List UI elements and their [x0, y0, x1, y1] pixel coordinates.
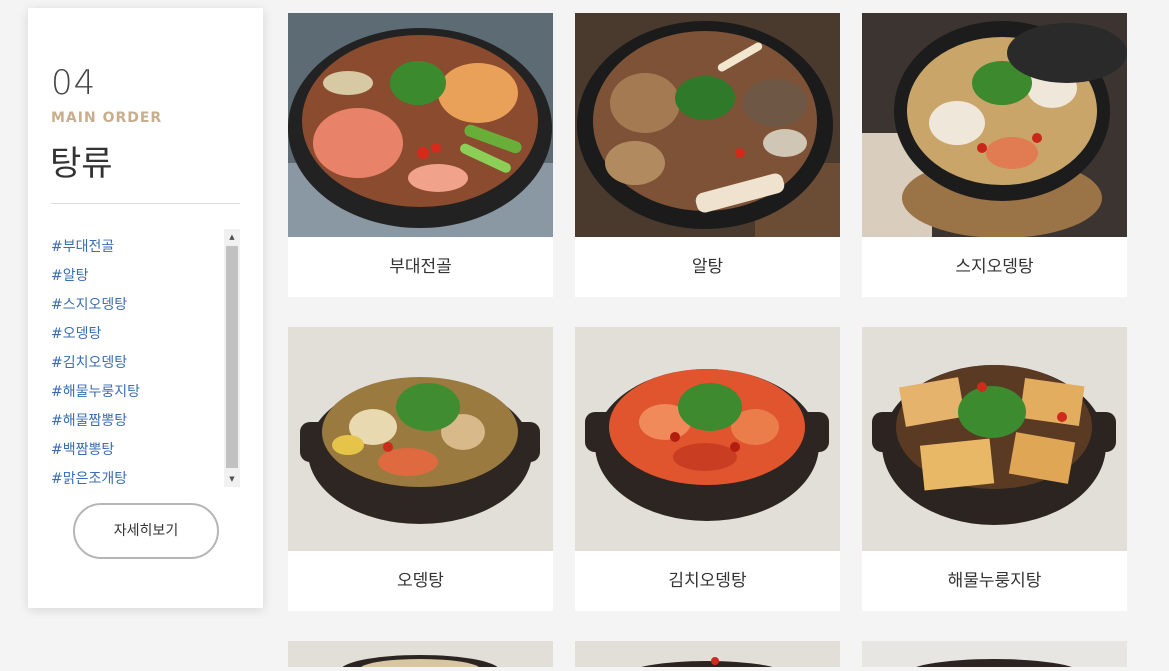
- tag-link[interactable]: #해물누룽지탕: [51, 378, 240, 407]
- food-photo-partial: [288, 641, 553, 671]
- suji-odeng-tang-photo[interactable]: [862, 13, 1127, 237]
- menu-item-name: 오뎅탕: [397, 571, 444, 591]
- menu-item-name: 알탕: [691, 257, 724, 277]
- tag-link[interactable]: #해물짬뽕탕: [51, 407, 240, 436]
- tag-link[interactable]: #오뎅탕: [51, 320, 240, 349]
- altang-photo[interactable]: [575, 13, 840, 237]
- tag-list-scrollbar[interactable]: ▲ ▼: [224, 229, 240, 487]
- menu-card[interactable]: 알탕: [575, 13, 840, 297]
- kimchi-odeng-tang-photo[interactable]: [575, 327, 840, 551]
- food-photo-partial: [575, 641, 840, 671]
- menu-card-partial[interactable]: [575, 641, 840, 671]
- category-sidebar: 04 MAIN ORDER 탕류 #부대전골 #알탕 #스지오뎅탕 #오뎅탕 #…: [28, 8, 263, 608]
- menu-item-name: 부대전골: [389, 257, 452, 277]
- scroll-thumb[interactable]: [226, 246, 238, 468]
- menu-item-name: 해물누룽지탕: [947, 571, 1042, 591]
- menu-card[interactable]: 김치오뎅탕: [575, 327, 840, 611]
- menu-card-partial[interactable]: [862, 641, 1127, 671]
- category-title: 탕류: [50, 144, 113, 184]
- tag-link[interactable]: #김치오뎅탕: [51, 349, 240, 378]
- haemul-nurungji-tang-photo[interactable]: [862, 327, 1127, 551]
- tag-link[interactable]: #백짬뽕탕: [51, 436, 240, 465]
- menu-item-name: 김치오뎅탕: [668, 571, 747, 591]
- tag-link[interactable]: #맑은조개탕: [51, 465, 240, 487]
- budae-jeongol-photo[interactable]: [288, 13, 553, 237]
- scroll-down-arrow-icon[interactable]: ▼: [224, 471, 240, 487]
- category-subtitle: MAIN ORDER: [51, 110, 163, 126]
- menu-card[interactable]: 스지오뎅탕: [862, 13, 1127, 297]
- category-number: 04: [51, 63, 97, 103]
- tag-link[interactable]: #스지오뎅탕: [51, 291, 240, 320]
- divider: [51, 203, 240, 204]
- tag-link[interactable]: #부대전골: [51, 233, 240, 262]
- tag-list-container[interactable]: #부대전골 #알탕 #스지오뎅탕 #오뎅탕 #김치오뎅탕 #해물누룽지탕 #해물…: [51, 229, 240, 487]
- scroll-up-arrow-icon[interactable]: ▲: [224, 229, 240, 245]
- menu-card-partial[interactable]: [288, 641, 553, 671]
- view-details-button[interactable]: 자세히보기: [73, 503, 219, 559]
- menu-card[interactable]: 오뎅탕: [288, 327, 553, 611]
- food-photo-partial: [862, 641, 1127, 671]
- tag-link[interactable]: #알탕: [51, 262, 240, 291]
- menu-card[interactable]: 부대전골: [288, 13, 553, 297]
- odeng-tang-photo[interactable]: [288, 327, 553, 551]
- menu-card[interactable]: 해물누룽지탕: [862, 327, 1127, 611]
- tag-list: #부대전골 #알탕 #스지오뎅탕 #오뎅탕 #김치오뎅탕 #해물누룽지탕 #해물…: [51, 229, 240, 487]
- menu-item-name: 스지오뎅탕: [955, 257, 1034, 277]
